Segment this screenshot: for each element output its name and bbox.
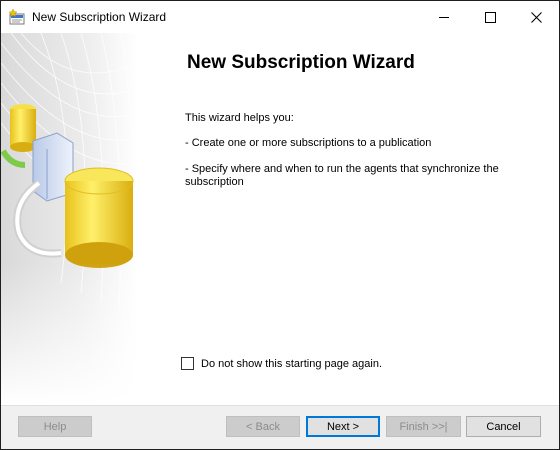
wizard-app-icon (8, 8, 25, 25)
wizard-content: New Subscription Wizard This wizard help… (138, 33, 559, 405)
wizard-window: New Subscription Wizard New Subscription… (0, 0, 560, 450)
bullet-specify-agents: - Specify where and when to run the agen… (185, 163, 499, 188)
minimize-button[interactable] (421, 1, 467, 33)
title-bar[interactable]: New Subscription Wizard (1, 1, 559, 33)
do-not-show-label[interactable]: Do not show this starting page again. (201, 358, 382, 370)
button-bar: Help < Back Next > Finish >>| Cancel (1, 405, 559, 449)
close-button[interactable] (513, 1, 559, 33)
intro-text: This wizard helps you: (185, 112, 294, 124)
maximize-icon (484, 11, 496, 23)
page-title: New Subscription Wizard (187, 52, 415, 73)
finish-button[interactable]: Finish >>| (386, 416, 461, 437)
do-not-show-checkbox-row[interactable]: Do not show this starting page again. (181, 357, 382, 370)
help-button[interactable]: Help (18, 416, 92, 437)
close-icon (530, 11, 542, 23)
next-button[interactable]: Next > (306, 416, 380, 437)
back-button[interactable]: < Back (226, 416, 300, 437)
cancel-button[interactable]: Cancel (466, 416, 541, 437)
wizard-side-illustration (1, 33, 138, 405)
do-not-show-checkbox[interactable] (181, 357, 194, 370)
minimize-icon (439, 16, 449, 18)
maximize-button[interactable] (467, 1, 513, 33)
bullet-create-subscriptions: - Create one or more subscriptions to a … (185, 137, 432, 149)
window-title: New Subscription Wizard (32, 10, 167, 24)
